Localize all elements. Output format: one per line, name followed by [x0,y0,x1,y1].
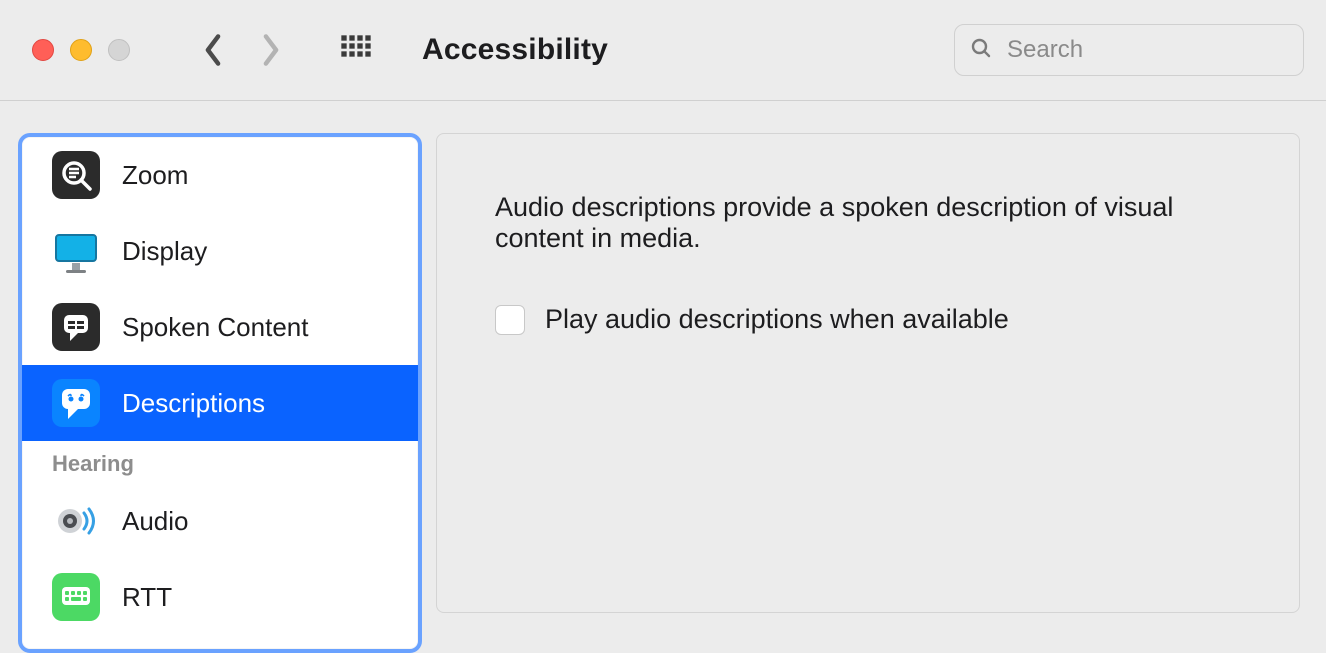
traffic-lights [0,39,130,61]
display-icon [52,227,100,275]
play-audio-descriptions-row[interactable]: Play audio descriptions when available [495,304,1241,335]
close-window-button[interactable] [32,39,54,61]
sidebar-item-label: Zoom [122,160,188,191]
sidebar-item-spoken-content[interactable]: Spoken Content [22,289,418,365]
sidebar-item-label: Descriptions [122,388,265,419]
sidebar: Zoom Display Spoken Content [18,133,422,653]
forward-button[interactable] [260,33,282,67]
content-panel: Audio descriptions provide a spoken desc… [436,133,1300,613]
sidebar-item-label: RTT [122,582,172,613]
back-button[interactable] [202,33,224,67]
show-all-prefs-button[interactable] [340,34,372,66]
minimize-window-button[interactable] [70,39,92,61]
sidebar-item-descriptions[interactable]: Descriptions [22,365,418,441]
toolbar: Accessibility [0,0,1326,101]
sidebar-item-label: Spoken Content [122,312,308,343]
descriptions-icon [52,379,100,427]
nav-arrows [202,33,282,67]
fullscreen-window-button[interactable] [108,39,130,61]
window-title: Accessibility [422,33,608,67]
sidebar-item-audio[interactable]: Audio [22,483,418,559]
rtt-icon [52,573,100,621]
audio-icon [52,497,100,545]
sidebar-item-rtt[interactable]: RTT [22,559,418,635]
spoken-icon [52,303,100,351]
sidebar-item-label: Display [122,236,207,267]
sidebar-section-hearing: Hearing [22,441,418,483]
search-input[interactable] [1005,35,1289,65]
play-audio-descriptions-checkbox[interactable] [495,305,525,335]
descriptions-help-text: Audio descriptions provide a spoken desc… [495,192,1215,254]
sidebar-item-display[interactable]: Display [22,213,418,289]
search-field[interactable] [954,24,1304,76]
zoom-icon [52,151,100,199]
sidebar-item-label: Audio [122,506,189,537]
search-icon [969,36,993,65]
sidebar-item-zoom[interactable]: Zoom [22,137,418,213]
play-audio-descriptions-label: Play audio descriptions when available [545,304,1009,335]
